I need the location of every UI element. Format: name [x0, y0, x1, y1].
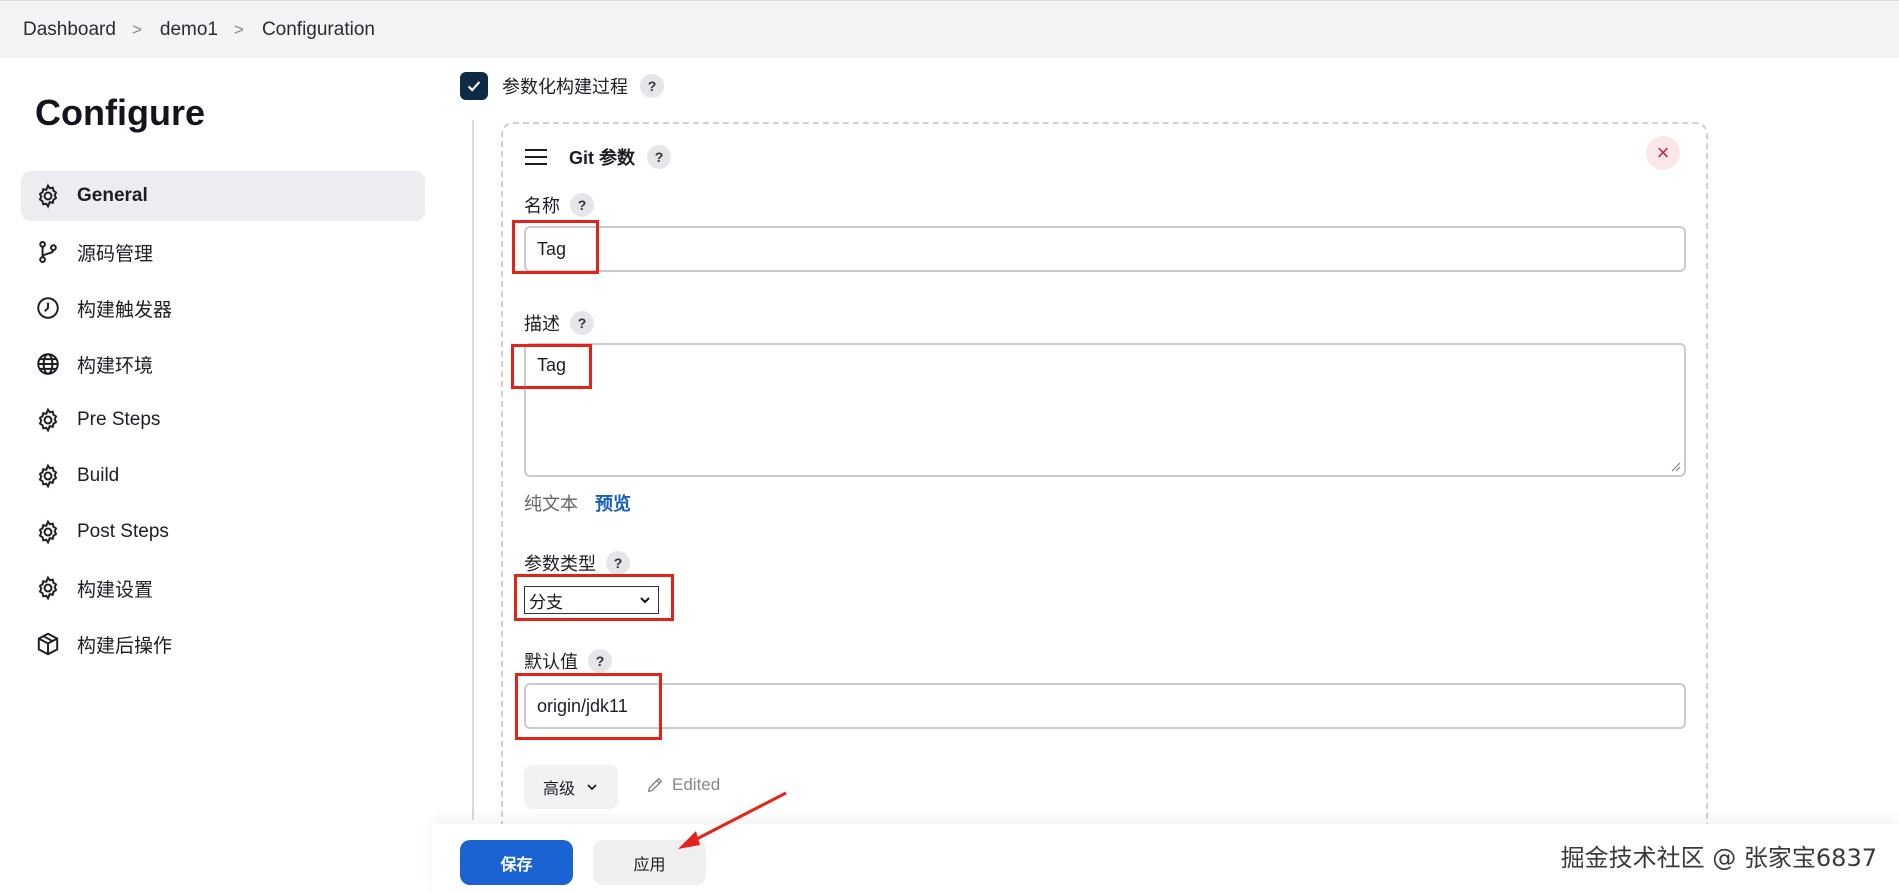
- sidebar-item-triggers[interactable]: 构建触发器: [21, 283, 425, 333]
- default-value-input[interactable]: origin/jdk11: [524, 683, 1686, 729]
- annotation-box-default: [515, 673, 662, 740]
- sidebar-item-build-settings[interactable]: 构建设置: [21, 563, 425, 613]
- breadcrumb: Dashboard > demo1 > Configuration: [0, 0, 1899, 58]
- annotation-arrow-icon: [678, 791, 787, 849]
- gear-icon: [35, 463, 61, 489]
- sidebar-item-label: 构建设置: [77, 579, 154, 601]
- help-icon[interactable]: ?: [588, 649, 612, 673]
- gear-icon: [35, 519, 61, 545]
- sidebar-item-label: 源码管理: [77, 243, 154, 265]
- sidebar-item-post-steps[interactable]: Post Steps: [21, 507, 425, 557]
- resize-grip-icon[interactable]: [1671, 462, 1681, 472]
- git-parameter-card: Git 参数 ? × 名称 ? Tag 描述 ? Tag 纯文本 预览 参数类型…: [501, 122, 1708, 842]
- close-icon[interactable]: ×: [1646, 136, 1680, 170]
- help-icon[interactable]: ?: [570, 193, 594, 217]
- sidebar-item-scm[interactable]: 源码管理: [21, 227, 425, 277]
- format-row: 纯文本 预览: [524, 490, 631, 516]
- help-icon[interactable]: ?: [640, 74, 664, 98]
- type-label-row: 参数类型 ?: [524, 550, 630, 576]
- sidebar-item-label: General: [77, 185, 148, 206]
- name-input[interactable]: Tag: [524, 226, 1686, 272]
- annotation-box-type: [514, 574, 674, 621]
- help-icon[interactable]: ?: [606, 551, 630, 575]
- chevron-right-icon: >: [234, 19, 244, 39]
- advanced-button[interactable]: 高级: [524, 765, 618, 809]
- desc-label: 描述: [524, 314, 560, 334]
- drag-handle-icon[interactable]: [525, 149, 547, 165]
- annotation-box-name: [512, 220, 599, 274]
- breadcrumb-demo1[interactable]: demo1: [160, 19, 218, 41]
- name-label-row: 名称 ?: [524, 192, 594, 218]
- globe-icon: [35, 351, 61, 377]
- parameterized-build-label: 参数化构建过程: [502, 77, 628, 97]
- desc-label-row: 描述 ?: [524, 310, 594, 336]
- card-title: Git 参数: [569, 148, 635, 168]
- save-button[interactable]: 保存: [460, 840, 573, 885]
- chevron-right-icon: >: [131, 19, 142, 39]
- sidebar-item-label: 构建环境: [77, 355, 154, 377]
- check-icon: [467, 81, 481, 92]
- sidebar-item-pre-steps[interactable]: Pre Steps: [21, 395, 425, 445]
- sidebar-item-environment[interactable]: 构建环境: [21, 339, 425, 389]
- gear-icon: [35, 407, 61, 433]
- parameterized-build-row: 参数化构建过程 ?: [460, 72, 664, 100]
- clock-icon: [35, 295, 61, 321]
- page-title: Configure: [35, 92, 205, 133]
- description-textarea[interactable]: Tag: [524, 343, 1686, 477]
- preview-link[interactable]: 预览: [595, 494, 631, 514]
- name-label: 名称: [524, 196, 560, 216]
- breadcrumb-dashboard[interactable]: Dashboard: [23, 19, 116, 41]
- watermark-text: 掘金技术社区 @ 张家宝6837: [1560, 844, 1877, 872]
- default-label-row: 默认值 ?: [524, 648, 612, 674]
- sidebar-item-label: 构建后操作: [77, 635, 173, 657]
- help-icon[interactable]: ?: [570, 311, 594, 335]
- default-label: 默认值: [524, 652, 578, 672]
- sidebar-item-general[interactable]: General: [21, 171, 425, 221]
- card-header: Git 参数 ?: [525, 144, 671, 170]
- type-label: 参数类型: [524, 554, 596, 574]
- plain-text-label: 纯文本: [524, 494, 578, 514]
- breadcrumb-configuration[interactable]: Configuration: [262, 19, 375, 41]
- cube-icon: [35, 631, 61, 657]
- pencil-icon: [647, 777, 663, 793]
- advanced-label: 高级: [542, 781, 575, 798]
- annotation-box-description: [511, 344, 592, 389]
- chevron-down-icon: [587, 784, 597, 791]
- section-divider: [472, 120, 474, 820]
- sidebar-item-label: 构建触发器: [77, 299, 173, 321]
- parameterized-build-checkbox[interactable]: [460, 72, 488, 100]
- gear-icon: [35, 575, 61, 601]
- sidebar-item-build[interactable]: Build: [21, 451, 425, 501]
- branch-icon: [35, 239, 61, 265]
- sidebar-item-post-build[interactable]: 构建后操作: [21, 619, 425, 669]
- help-icon[interactable]: ?: [647, 145, 671, 169]
- sidebar-nav: General 源码管理 构建触发器 构建环境 Pre Steps Build: [21, 171, 425, 675]
- sidebar-item-label: Build: [77, 465, 120, 486]
- sidebar-item-label: Pre Steps: [77, 409, 161, 430]
- sidebar-item-label: Post Steps: [77, 521, 169, 542]
- gear-icon: [35, 183, 61, 209]
